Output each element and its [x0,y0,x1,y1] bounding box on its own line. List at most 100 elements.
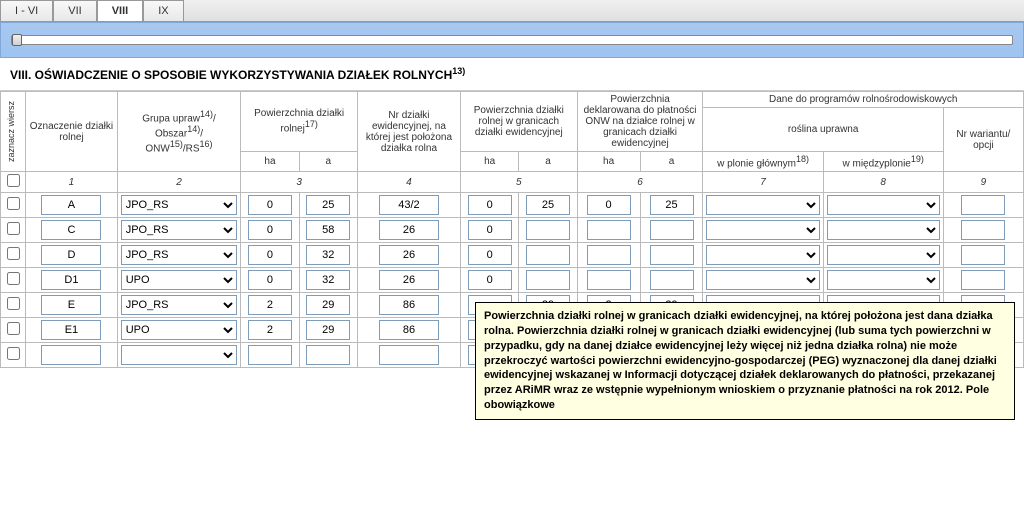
plon-glowny-select[interactable] [706,195,819,215]
tab-1-6[interactable]: I - VI [0,0,53,21]
a2-input[interactable] [526,220,570,240]
wariant-input[interactable] [961,270,1005,290]
a1-input[interactable] [306,295,350,315]
nr-dzialki-input[interactable] [379,245,439,265]
tab-8[interactable]: VIII [97,0,144,21]
a1-input[interactable] [306,195,350,215]
ha1-input[interactable] [248,295,292,315]
wariant-input[interactable] [961,195,1005,215]
row-checkbox[interactable] [7,347,20,360]
nr-dzialki-input[interactable] [379,295,439,315]
a2-input[interactable] [526,245,570,265]
header-nr-wariantu: Nr wariantu/ opcji [943,108,1023,172]
ha3-input[interactable] [587,245,631,265]
plon-glowny-select[interactable] [706,220,819,240]
ha2-input[interactable] [468,220,512,240]
a3-input[interactable] [650,270,694,290]
a3-input[interactable] [650,220,694,240]
header-grupa: Grupa upraw14)/ Obszar14)/ ONW15)/RS16) [117,92,241,172]
oznaczenie-input[interactable] [41,345,101,365]
ha1-input[interactable] [248,220,292,240]
miedzyplon-select[interactable] [827,220,940,240]
miedzyplon-select[interactable] [827,195,940,215]
grupa-select[interactable]: UPO [121,270,238,290]
miedzyplon-select[interactable] [827,270,940,290]
row-checkbox[interactable] [7,222,20,235]
oznaczenie-input[interactable] [41,320,101,340]
ha2-input[interactable] [468,270,512,290]
ha1-input[interactable] [248,270,292,290]
colnum-9: 9 [943,172,1023,193]
colnum-4: 4 [357,172,460,193]
a1-input[interactable] [306,320,350,340]
row-checkbox[interactable] [7,247,20,260]
miedzyplon-select[interactable] [827,245,940,265]
nr-dzialki-input[interactable] [379,320,439,340]
ha2-input[interactable] [468,195,512,215]
a1-input[interactable] [306,220,350,240]
oznaczenie-input[interactable] [41,245,101,265]
a1-input[interactable] [306,245,350,265]
grupa-select[interactable]: JPO_RS [121,245,238,265]
grupa-select[interactable]: JPO_RS [121,295,238,315]
nr-dzialki-input[interactable] [379,345,439,365]
ha1-input[interactable] [248,195,292,215]
oznaczenie-input[interactable] [41,195,101,215]
a2-input[interactable] [526,270,570,290]
subheader-miedzyplon: w międzyplonie19) [823,152,943,172]
a1-input[interactable] [306,345,350,365]
grupa-select[interactable]: JPO_RS [121,195,238,215]
tab-7[interactable]: VII [53,0,96,21]
colnum-5: 5 [460,172,577,193]
tab-9[interactable]: IX [143,0,183,21]
a1-input[interactable] [306,270,350,290]
colnum-6: 6 [577,172,703,193]
row-checkbox[interactable] [7,297,20,310]
table-row: JPO_RS [1,243,1024,268]
colnum-2: 2 [117,172,241,193]
slider-track[interactable] [11,35,1013,45]
grupa-select[interactable]: UPO [121,320,238,340]
table-row: JPO_RS [1,218,1024,243]
header-pow-dzialki: Powierzchnia działki rolnej17) [241,92,358,152]
grupa-select[interactable] [121,345,238,365]
ha3-input[interactable] [587,220,631,240]
row-checkbox[interactable] [7,272,20,285]
subheader-ha-3: ha [577,152,640,172]
header-pow-deklar: Powierzchnia deklarowana do płatności ON… [577,92,703,152]
grupa-select[interactable]: JPO_RS [121,220,238,240]
a3-input[interactable] [650,195,694,215]
oznaczenie-input[interactable] [41,270,101,290]
colnum-8: 8 [823,172,943,193]
a2-input[interactable] [526,195,570,215]
header-nr-dzialki: Nr działki ewidencyjnej, na której jest … [357,92,460,172]
subheader-a-1: a [299,152,357,172]
ha1-input[interactable] [248,345,292,365]
plon-glowny-select[interactable] [706,270,819,290]
slider-thumb[interactable] [12,34,22,46]
ha3-input[interactable] [587,195,631,215]
wariant-input[interactable] [961,245,1005,265]
nr-dzialki-input[interactable] [379,195,439,215]
oznaczenie-input[interactable] [41,295,101,315]
a3-input[interactable] [650,245,694,265]
wariant-input[interactable] [961,220,1005,240]
ha1-input[interactable] [248,320,292,340]
ha3-input[interactable] [587,270,631,290]
oznaczenie-input[interactable] [41,220,101,240]
nr-dzialki-input[interactable] [379,220,439,240]
header-oznaczenie: Oznaczenie działki rolnej [26,92,118,172]
plon-glowny-select[interactable] [706,245,819,265]
subheader-a-2: a [519,152,577,172]
header-pow-granice: Powierzchnia działki rolnej w granicach … [460,92,577,152]
nr-dzialki-input[interactable] [379,270,439,290]
ha1-input[interactable] [248,245,292,265]
colnum-1: 1 [26,172,118,193]
row-checkbox[interactable] [7,197,20,210]
ha2-input[interactable] [468,245,512,265]
header-checkbox[interactable] [7,174,20,187]
row-checkbox[interactable] [7,322,20,335]
section-title: VIII. OŚWIADCZENIE O SPOSOBIE WYKORZYSTY… [0,58,1024,91]
table-row: UPO [1,268,1024,293]
table-row: JPO_RS [1,193,1024,218]
